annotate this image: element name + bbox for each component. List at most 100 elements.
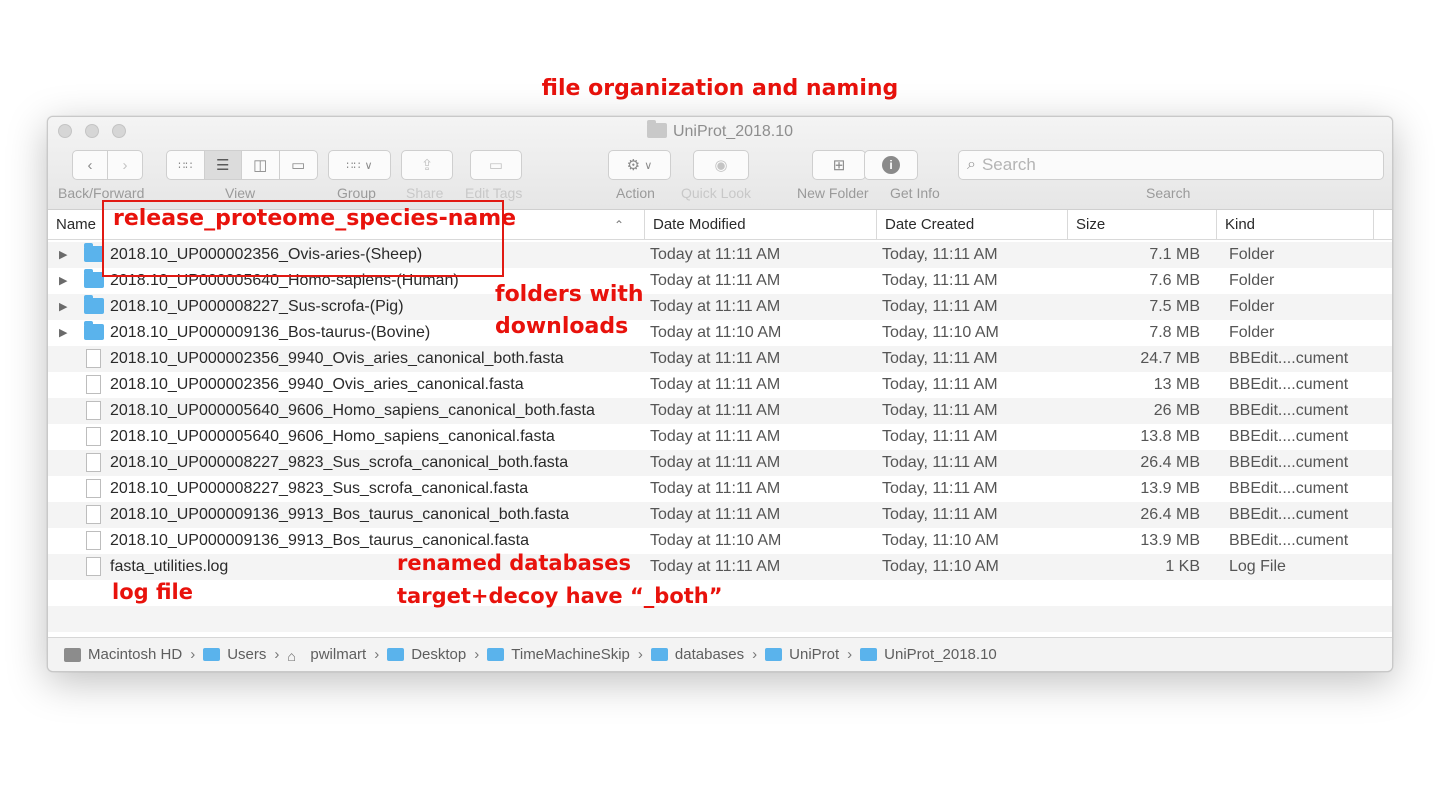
search-field[interactable]: ⌕ (958, 150, 1384, 180)
folder-icon (84, 321, 104, 340)
search-icon: ⌕ (967, 156, 976, 173)
chevron-right-icon: › (637, 646, 643, 663)
chevron-down-icon: ∨ (364, 159, 373, 172)
list-item[interactable]: 2018.10_UP000002356_9940_Ovis_aries_cano… (48, 346, 1392, 372)
path-item-timemachineskip[interactable]: TimeMachineSkip (487, 646, 630, 663)
path-item-users[interactable]: Users (203, 646, 266, 663)
column-date-modified-header[interactable]: Date Modified (644, 210, 876, 240)
sort-ascending-icon: ⌃ (614, 218, 625, 232)
quick-look-button[interactable]: ◉ (693, 150, 749, 180)
folder-icon (487, 648, 505, 661)
annotation-renamed-line1: renamed databases (397, 551, 632, 575)
path-item-databases[interactable]: databases (650, 646, 744, 663)
list-item[interactable]: 2018.10_UP000009136_9913_Bos_taurus_cano… (48, 502, 1392, 528)
folder-icon (387, 648, 405, 661)
document-icon (86, 375, 101, 394)
path-bar: Macintosh HD › Users › ⌂ pwilmart › Deskt… (48, 637, 1392, 671)
edit-tags-label: Edit Tags (465, 185, 523, 201)
share-label: Share (406, 185, 444, 201)
grid-icon: ∷∷ (178, 159, 193, 172)
document-icon (86, 453, 101, 472)
chevron-down-icon: ∨ (644, 159, 653, 172)
column-date-created-header[interactable]: Date Created (876, 210, 1067, 240)
annotation-renamed-line2: target+decoy have “_both” (397, 584, 723, 608)
forward-button[interactable]: › (108, 151, 142, 179)
action-button[interactable]: ⚙ ∨ (608, 150, 671, 180)
list-item[interactable]: 2018.10_UP000008227_9823_Sus_scrofa_cano… (48, 450, 1392, 476)
disclosure-triangle-icon[interactable]: ▶ (59, 268, 67, 294)
document-icon (86, 349, 101, 368)
slide-title: file organization and naming (541, 76, 899, 101)
list-item[interactable]: fasta_utilities.log Today at 11:11 AM To… (48, 554, 1392, 580)
back-button[interactable]: ‹ (73, 151, 108, 179)
edit-tags-button[interactable]: ▭ (470, 150, 522, 180)
list-item[interactable]: 2018.10_UP000005640_9606_Homo_sapiens_ca… (48, 424, 1392, 450)
document-icon (86, 401, 101, 420)
document-icon (86, 557, 101, 576)
path-item-pwilmart[interactable]: ⌂ pwilmart (287, 646, 366, 664)
file-list: ▶ 2018.10_UP000002356_Ovis-aries-(Sheep)… (48, 242, 1392, 632)
share-button[interactable]: ⇪ (401, 150, 453, 180)
search-input[interactable] (981, 155, 1362, 175)
list-item[interactable]: 2018.10_UP000002356_9940_Ovis_aries_cano… (48, 372, 1392, 398)
get-info-button[interactable]: i (864, 150, 918, 180)
disclosure-triangle-icon[interactable]: ▶ (59, 294, 67, 320)
new-folder-label: New Folder (797, 185, 869, 201)
info-icon: i (882, 156, 900, 174)
path-item-macintosh-hd[interactable]: Macintosh HD (64, 646, 182, 663)
icon-view-button[interactable]: ∷∷ (167, 151, 205, 179)
disclosure-triangle-icon[interactable]: ▶ (59, 320, 67, 346)
window-title: UniProt_2018.10 (48, 120, 1392, 141)
group-label: Group (337, 185, 376, 201)
chevron-right-icon: › (190, 646, 196, 663)
column-kind-header[interactable]: Kind (1216, 210, 1374, 240)
list-item[interactable]: ▶ 2018.10_UP000008227_Sus-scrofa-(Pig) T… (48, 294, 1392, 320)
folder-icon (650, 648, 668, 661)
search-label: Search (1146, 185, 1191, 201)
grid-icon: ∷∷ (346, 159, 361, 172)
back-forward-label: Back/Forward (58, 185, 145, 201)
list-item[interactable]: 2018.10_UP000005640_9606_Homo_sapiens_ca… (48, 398, 1392, 424)
annotation-log-file: log file (112, 580, 193, 604)
path-item-uniprot[interactable]: UniProt (765, 646, 839, 663)
list-item[interactable]: 2018.10_UP000008227_9823_Sus_scrofa_cano… (48, 476, 1392, 502)
chevron-right-icon: › (274, 646, 280, 663)
view-control: ∷∷ ☰ ◫ ▭ (166, 150, 318, 180)
new-folder-icon: ⊞ (832, 157, 846, 174)
folder-icon (84, 295, 104, 314)
gallery-view-button[interactable]: ▭ (280, 151, 317, 179)
folder-icon (84, 269, 104, 288)
folder-icon (646, 120, 667, 138)
chevron-right-icon: › (847, 646, 853, 663)
chevron-right-icon: › (474, 646, 480, 663)
back-forward-control: ‹ › (72, 150, 143, 180)
home-icon: ⌂ (287, 648, 296, 664)
folder-icon (765, 648, 783, 661)
path-item-uniprot-2018-10[interactable]: UniProt_2018.10 (860, 646, 997, 663)
path-item-desktop[interactable]: Desktop (387, 646, 466, 663)
eye-icon: ◉ (714, 157, 728, 174)
columns-icon: ◫ (253, 157, 268, 174)
list-icon: ☰ (216, 157, 230, 174)
empty-row (48, 606, 1392, 632)
list-item[interactable]: 2018.10_UP000009136_9913_Bos_taurus_cano… (48, 528, 1392, 554)
disclosure-triangle-icon[interactable]: ▶ (59, 242, 67, 268)
document-icon (86, 427, 101, 446)
action-label: Action (616, 185, 655, 201)
chevron-right-icon: › (374, 646, 380, 663)
folder-icon (203, 648, 221, 661)
column-size-header[interactable]: Size (1067, 210, 1216, 240)
hard-drive-icon (64, 647, 81, 662)
annotation-naming: release_proteome_species-name (113, 206, 517, 231)
gallery-icon: ▭ (291, 157, 306, 174)
group-button[interactable]: ∷∷ ∨ (328, 150, 391, 180)
chevron-right-icon: › (752, 646, 758, 663)
list-item[interactable]: ▶ 2018.10_UP000009136_Bos-taurus-(Bovine… (48, 320, 1392, 346)
column-view-button[interactable]: ◫ (242, 151, 280, 179)
document-icon (86, 531, 101, 550)
new-folder-button[interactable]: ⊞ (812, 150, 866, 180)
folder-icon (84, 243, 104, 262)
document-icon (86, 479, 101, 498)
list-view-button[interactable]: ☰ (204, 151, 242, 179)
annotation-folders-line2: downloads (495, 314, 629, 339)
